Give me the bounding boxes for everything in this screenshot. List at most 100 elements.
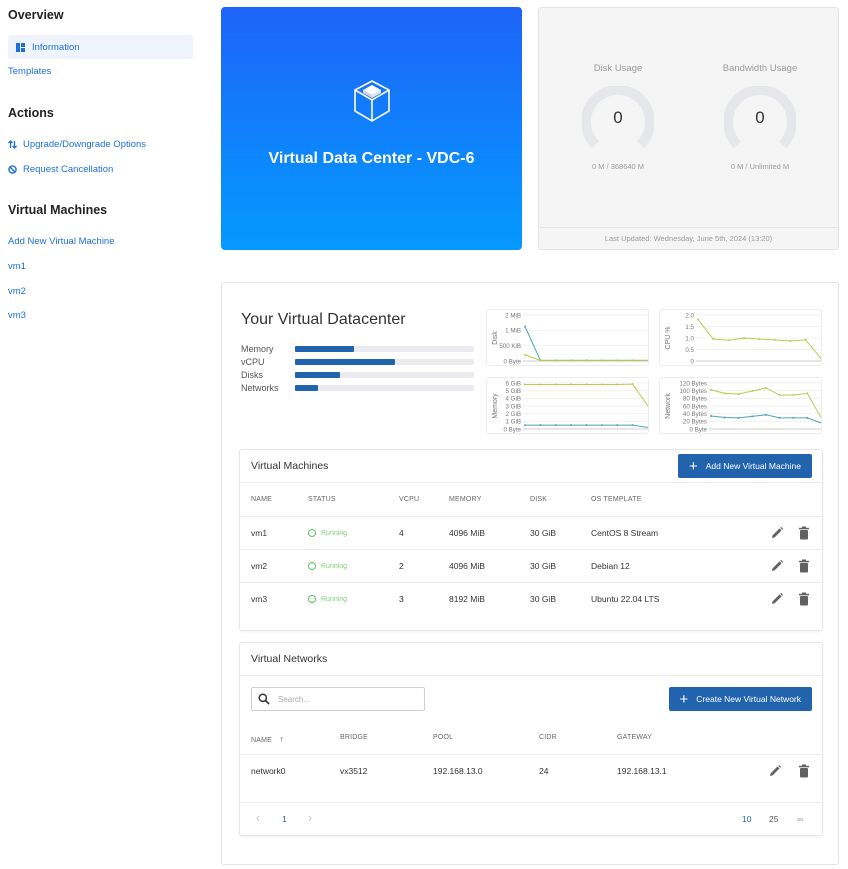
chart-point [539,383,542,386]
chart-ylabel: Memory [492,393,499,419]
chart-tick-label: 100 Bytes [679,388,707,395]
search-input[interactable] [278,694,408,704]
chart-series-read [524,326,648,361]
vm-name: vm2 [251,561,268,571]
cancel-icon [8,165,17,174]
sidebar-item-templates[interactable]: Templates [8,66,51,77]
resource-bar-fill [295,346,355,352]
chart-point [554,359,557,362]
sidebar-item-vm1[interactable]: vm1 [8,261,26,272]
status-badge: Running [308,595,347,603]
delete-icon[interactable] [797,526,811,540]
chart-tick-label: 1.5 [685,324,694,331]
delete-icon[interactable] [797,764,811,778]
page-size-25[interactable]: 25 [769,814,778,824]
usage-card: Disk Usage 0 0 M / 368640 M Bandwidth Us… [538,7,839,250]
chart-point [723,392,726,395]
chart-point [737,416,740,419]
network-pool: 192.168.13.0 [433,766,483,776]
status-circle-icon [308,529,316,537]
create-network-button[interactable]: + Create New Virtual Network [668,687,812,711]
column-header-disk[interactable]: DISK [530,496,547,503]
column-header-pool[interactable]: POOL [433,734,453,741]
table-row: network0 vx3512 192.168.13.0 24 192.168.… [240,754,822,802]
network-name: network0 [251,766,286,776]
chart-ylabel: Network [665,393,672,419]
column-header-name[interactable]: NAME ↑ [251,734,284,744]
disk-usage-detail: 0 M / 368640 M [591,162,645,171]
resource-bar-track [295,359,474,365]
chart-series-total [525,383,649,407]
vm-card-title: Virtual Machines [251,460,329,472]
resource-bar-track [295,385,474,391]
sidebar-item-vm2[interactable]: vm2 [8,286,26,297]
disk-usage-label: Disk Usage [593,63,643,74]
chart-tick-label: 4 GiB [506,396,521,403]
delete-icon[interactable] [797,592,811,606]
status-text: Running [321,529,348,537]
sidebar-heading-overview: Overview [8,8,64,22]
page-size-all[interactable]: ∞ [797,814,803,824]
column-header-cidr[interactable]: CIDR [539,734,557,741]
chart-point [806,392,809,395]
chart-point [758,338,761,341]
vdc-hero-card: Virtual Data Center - VDC-6 [221,7,522,250]
delete-icon[interactable] [797,559,811,573]
chart-point [773,338,776,341]
column-header-vcpu[interactable]: VCPU [399,496,419,503]
vm-os: Debian 12 [591,561,630,571]
chart-tick-label: 2.0 [685,312,694,319]
chart-point [723,416,726,419]
vm-memory: 8192 MiB [449,594,485,604]
column-header-gateway[interactable]: GATEWAY [617,734,652,741]
chart-point [765,386,767,389]
chart-point [710,388,712,391]
resource-bar-track [295,372,474,378]
chart-point [585,383,588,386]
column-header-bridge[interactable]: BRIDGE [340,734,368,741]
column-header-os-template[interactable]: OS TEMPLATE [591,496,642,503]
disk-usage-value: 0 [613,108,623,127]
status-circle-icon [308,562,316,570]
chart-point [631,424,634,427]
chart-point [778,416,781,419]
bandwidth-usage-value: 0 [755,108,765,127]
virtual-machines-card: Virtual Machines + Add New Virtual Machi… [239,449,823,631]
chart-point [751,390,754,393]
edit-icon[interactable] [770,559,784,573]
sidebar-item-upgrade-downgrade[interactable]: Upgrade/Downgrade Options [8,139,146,150]
column-header-memory[interactable]: MEMORY [449,496,482,503]
edit-icon[interactable] [770,592,784,606]
vm-name: vm3 [251,594,268,604]
chart-tick-label: 6 GiB [506,380,521,387]
last-updated: Last Updated: Wednesday, June 5th, 2024 … [539,227,838,249]
chart-tick-label: 1.0 [685,335,694,342]
column-header-status[interactable]: STATUS [308,496,336,503]
chart-point [539,359,542,362]
create-network-label: Create New Virtual Network [696,694,801,704]
chart-point [616,424,619,427]
chart-point [570,424,573,427]
add-new-vm-label: Add New Virtual Machine [705,461,801,471]
edit-icon[interactable] [770,526,784,540]
chart-tick-label: 120 Bytes [679,380,707,387]
page-1-button[interactable]: 1 [282,814,287,824]
add-new-vm-button[interactable]: + Add New Virtual Machine [677,454,812,478]
column-header-name[interactable]: NAME [251,496,272,503]
chart-point [554,383,557,386]
next-page-button[interactable]: › [308,811,312,825]
prev-page-button[interactable]: ‹ [256,811,260,825]
sidebar-item-request-cancellation[interactable]: Request Cancellation [8,164,113,175]
vm-disk: 30 GiB [530,594,556,604]
vdc-title: Virtual Data Center - VDC-6 [268,150,475,167]
chart-point [616,383,619,386]
edit-icon[interactable] [768,764,782,778]
page-size-10[interactable]: 10 [742,814,751,824]
sidebar-item-vm3[interactable]: vm3 [8,310,26,321]
sidebar-item-information[interactable]: Information [8,35,193,59]
sort-ascending-icon[interactable]: ↑ [279,734,284,744]
datacenter-panel: Your Virtual Datacenter Memory vCPU Disk… [221,282,839,865]
chart-point [524,424,526,427]
network-search[interactable] [251,687,425,711]
sidebar-item-add-vm[interactable]: Add New Virtual Machine [8,236,115,247]
